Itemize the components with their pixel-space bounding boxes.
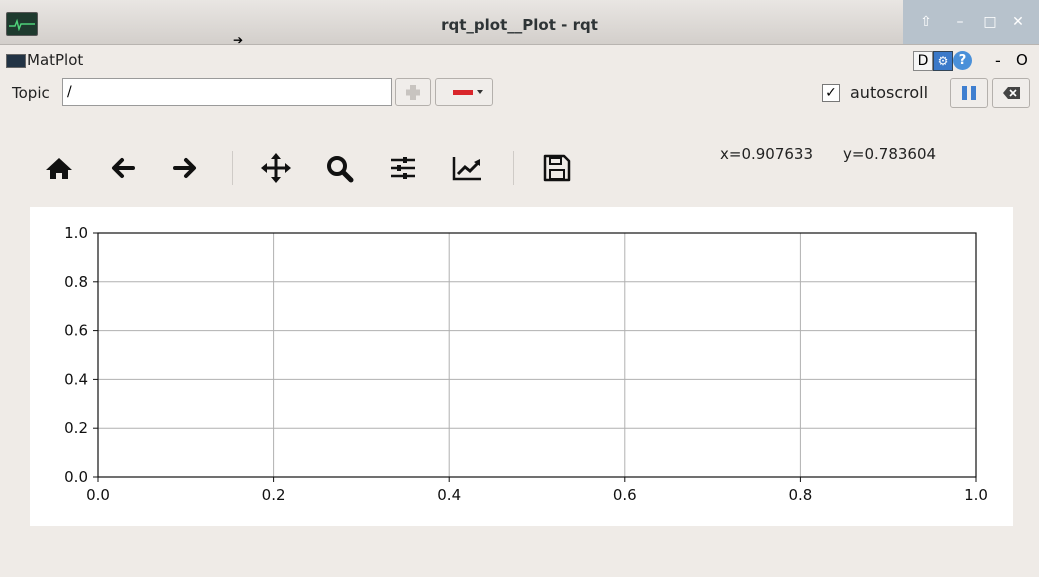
autoscroll-checkbox[interactable]: ✓ xyxy=(822,84,840,102)
pause-icon xyxy=(962,86,976,100)
x-tick-label: 1.0 xyxy=(964,486,988,504)
plot-figure[interactable]: 0.0 0.2 0.4 0.6 0.8 1.0 0.0 0.2 0.4 0.6 0.8 1.0 xyxy=(30,207,1013,526)
coord-x: x=0.907633 xyxy=(720,145,814,163)
x-tick-label: 0.8 xyxy=(788,486,812,504)
save-icon[interactable] xyxy=(539,150,575,186)
window-title: rqt_plot__Plot - rqt xyxy=(441,16,598,34)
backspace-icon xyxy=(1003,87,1020,99)
mouse-cursor-icon: ➔ xyxy=(233,33,244,47)
pause-button[interactable] xyxy=(950,78,988,108)
remove-topic-button[interactable] xyxy=(435,78,493,106)
y-tick-label: 0.0 xyxy=(64,468,88,486)
topic-label: Topic xyxy=(12,84,50,102)
toolbar-separator xyxy=(513,151,514,185)
help-icon[interactable]: ? xyxy=(953,51,972,70)
edit-curves-icon[interactable] xyxy=(449,150,485,186)
home-icon[interactable] xyxy=(41,150,77,186)
topic-input[interactable] xyxy=(62,78,392,106)
close-icon[interactable]: ✕ xyxy=(1007,12,1029,32)
plugin-minimize-button[interactable]: - xyxy=(995,51,1001,70)
plugin-title: MatPlot xyxy=(27,51,84,69)
back-icon[interactable] xyxy=(105,150,141,186)
y-tick-label: 0.6 xyxy=(64,322,88,340)
x-tick-label: 0.6 xyxy=(613,486,637,504)
x-tick-label: 0.0 xyxy=(86,486,110,504)
pan-icon[interactable] xyxy=(258,150,294,186)
forward-icon[interactable] xyxy=(167,150,203,186)
matplotlib-toolbar: x=0.907633 y=0.783604 xyxy=(0,145,1039,195)
dock-d-button[interactable]: D xyxy=(913,51,933,71)
add-topic-button[interactable] xyxy=(395,78,431,106)
minimize-icon[interactable]: – xyxy=(949,12,971,32)
plot-canvas[interactable]: 0.0 0.2 0.4 0.6 0.8 1.0 0.0 0.2 0.4 0.6 0.8 1.0 xyxy=(30,207,1013,526)
plus-icon xyxy=(406,85,420,100)
subplots-config-icon[interactable] xyxy=(385,150,421,186)
autoscroll-label: autoscroll xyxy=(850,83,929,102)
x-tick-label: 0.2 xyxy=(262,486,286,504)
topic-row: Topic ✓ autoscroll xyxy=(0,78,1039,110)
maximize-icon[interactable]: □ xyxy=(979,12,1001,32)
cursor-coordinates: x=0.907633 y=0.783604 xyxy=(720,145,966,163)
x-tick-label: 0.4 xyxy=(437,486,461,504)
y-tick-label: 0.2 xyxy=(64,419,88,437)
settings-icon[interactable]: ⚙ xyxy=(933,51,953,71)
axes-frame xyxy=(97,232,977,478)
y-tick-label: 0.4 xyxy=(64,370,88,388)
coord-y: y=0.783604 xyxy=(843,145,937,163)
y-tick-label: 0.8 xyxy=(64,273,88,291)
toolbar-separator xyxy=(232,151,233,185)
clear-button[interactable] xyxy=(992,78,1030,108)
window-controls: ⇧ – □ ✕ xyxy=(903,0,1039,44)
y-tick-label: 1.0 xyxy=(64,224,88,242)
minus-dropdown-icon xyxy=(453,90,483,95)
plugin-close-button[interactable]: O xyxy=(1016,51,1028,69)
matplot-plugin-icon xyxy=(6,54,26,68)
window-titlebar: rqt_plot__Plot - rqt ➔ ⇧ – □ ✕ xyxy=(0,0,1039,47)
pin-icon[interactable]: ⇧ xyxy=(915,12,937,32)
zoom-icon[interactable] xyxy=(321,150,357,186)
plugin-header: MatPlot D ⚙ ? - O xyxy=(0,48,1039,72)
